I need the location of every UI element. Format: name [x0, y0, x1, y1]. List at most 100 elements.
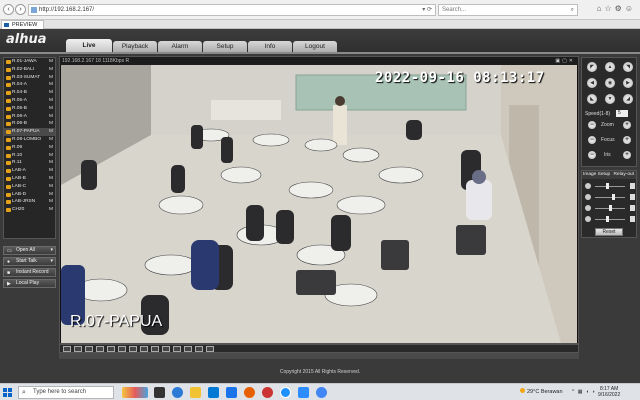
layout-25-icon[interactable]: [107, 346, 115, 352]
local-play-button[interactable]: ▶ Local Play: [3, 279, 56, 288]
start-button[interactable]: [3, 388, 13, 398]
taskbar-search-input[interactable]: ⌕ Type here to search: [18, 386, 114, 399]
close-all-icon[interactable]: [184, 346, 192, 352]
internet-explorer-icon[interactable]: [280, 387, 291, 398]
store-icon[interactable]: [208, 387, 219, 398]
iris-open-button[interactable]: +: [623, 151, 631, 159]
main-stream-flag[interactable]: M: [49, 167, 53, 175]
channel-item[interactable]: R.07-PAPUA M: [4, 128, 55, 136]
mail-icon[interactable]: [226, 387, 237, 398]
contrast-slider[interactable]: [585, 194, 635, 201]
main-stream-flag[interactable]: M: [49, 66, 53, 74]
relay-out-tab[interactable]: Relay-out: [613, 171, 634, 179]
main-stream-flag[interactable]: M: [49, 183, 53, 191]
channel-item[interactable]: R.10 M: [4, 152, 55, 160]
ptz-right-button[interactable]: ▶: [623, 78, 633, 88]
browser-tab[interactable]: PREVIEW: [1, 20, 45, 29]
ptz-left-button[interactable]: ◀: [587, 78, 597, 88]
ptz-up-left-button[interactable]: ◤: [587, 62, 597, 72]
main-stream-flag[interactable]: M: [49, 97, 53, 105]
main-stream-flag[interactable]: M: [49, 198, 53, 206]
layout-36-icon[interactable]: [118, 346, 126, 352]
realtime-icon[interactable]: [206, 346, 214, 352]
channel-item[interactable]: R.02-BALI M: [4, 66, 55, 74]
channel-item[interactable]: CH20 M: [4, 206, 55, 214]
browser-toolbar-icons[interactable]: ⌂☆⚙☺: [597, 4, 636, 13]
channel-item[interactable]: LAB-D M: [4, 191, 55, 199]
main-stream-flag[interactable]: M: [49, 105, 53, 113]
zoom-out-button[interactable]: −: [588, 121, 596, 129]
main-stream-flag[interactable]: M: [49, 89, 53, 97]
brightness-slider[interactable]: [585, 183, 635, 190]
address-bar[interactable]: http://192.168.2.167/ ▾ ⟳: [28, 4, 436, 16]
channel-item[interactable]: R.09 M: [4, 144, 55, 152]
main-stream-flag[interactable]: M: [49, 175, 53, 183]
main-stream-flag[interactable]: M: [49, 128, 53, 136]
channel-item[interactable]: R.03-SUMAT M: [4, 74, 55, 82]
camera-feed[interactable]: 2022-09-16 08:13:17 R.07-PAPUA: [61, 65, 577, 343]
iris-close-button[interactable]: −: [588, 151, 596, 159]
zoom-in-button[interactable]: +: [623, 121, 631, 129]
speed-select[interactable]: 5: [616, 110, 628, 117]
browser-search-input[interactable]: Search... ⌕: [438, 4, 578, 16]
start-talk-button[interactable]: ● Start Talk ▾: [3, 257, 56, 266]
layout-16-icon[interactable]: [96, 346, 104, 352]
weather-widget[interactable]: 29°C Berawan: [520, 387, 563, 398]
instant-record-button[interactable]: ■ Instant Record: [3, 268, 56, 277]
channel-item[interactable]: LAB-C M: [4, 183, 55, 191]
task-view-icon[interactable]: [154, 387, 165, 398]
channel-item[interactable]: R.04-B M: [4, 89, 55, 97]
opera-icon[interactable]: [262, 387, 273, 398]
reset-button[interactable]: Reset: [595, 228, 623, 236]
forward-button[interactable]: ›: [15, 4, 26, 15]
zoom-app-icon[interactable]: [298, 387, 309, 398]
focus-near-button[interactable]: −: [588, 136, 596, 144]
layout-1-icon[interactable]: [63, 346, 71, 352]
saturation-slider[interactable]: [585, 205, 635, 212]
ptz-down-button[interactable]: ▼: [605, 94, 615, 104]
chevron-down-icon[interactable]: ▾: [50, 258, 53, 265]
channel-item[interactable]: R.05-A M: [4, 97, 55, 105]
channel-item[interactable]: LAB-B M: [4, 175, 55, 183]
main-stream-flag[interactable]: M: [49, 144, 53, 152]
image-setup-tab[interactable]: Image Setup: [583, 172, 610, 177]
record-icon[interactable]: [151, 346, 159, 352]
chevron-down-icon[interactable]: ▾: [50, 247, 53, 254]
ptz-down-left-button[interactable]: ◣: [587, 94, 597, 104]
channel-item[interactable]: R.06-B M: [4, 120, 55, 128]
main-stream-flag[interactable]: M: [49, 159, 53, 167]
hue-slider[interactable]: [585, 216, 635, 223]
audio-icon[interactable]: [162, 346, 170, 352]
main-stream-flag[interactable]: M: [49, 113, 53, 121]
channel-item[interactable]: LAB-JRSN M: [4, 198, 55, 206]
main-stream-flag[interactable]: M: [49, 74, 53, 82]
edge-icon[interactable]: [172, 387, 183, 398]
channel-item[interactable]: R.06-A M: [4, 113, 55, 121]
refresh-icon[interactable]: ▾ ⟳: [422, 5, 432, 15]
main-stream-flag[interactable]: M: [49, 120, 53, 128]
system-tray-icons[interactable]: ^ ▦ ◖ ◗: [572, 389, 596, 395]
channel-item[interactable]: R.08-LOMBO M: [4, 136, 55, 144]
fluency-icon[interactable]: [195, 346, 203, 352]
main-stream-flag[interactable]: M: [49, 136, 53, 144]
focus-far-button[interactable]: +: [623, 136, 631, 144]
main-stream-flag[interactable]: M: [49, 81, 53, 89]
ptz-center-button[interactable]: ◉: [605, 78, 615, 88]
zoom-icon[interactable]: [173, 346, 181, 352]
ptz-down-right-button[interactable]: ◢: [623, 94, 633, 104]
ptz-up-right-button[interactable]: ◥: [623, 62, 633, 72]
layout-9-icon[interactable]: [85, 346, 93, 352]
channel-item[interactable]: R.04-A M: [4, 81, 55, 89]
widgets-icon[interactable]: [122, 387, 148, 398]
main-stream-flag[interactable]: M: [49, 191, 53, 199]
channel-item[interactable]: R.05-B M: [4, 105, 55, 113]
firefox-icon[interactable]: [244, 387, 255, 398]
back-button[interactable]: ‹: [3, 4, 14, 15]
layout-4-icon[interactable]: [74, 346, 82, 352]
main-stream-flag[interactable]: M: [49, 206, 53, 214]
main-stream-flag[interactable]: M: [49, 152, 53, 160]
fullscreen-icon[interactable]: [129, 346, 137, 352]
taskbar-clock[interactable]: 8:17 AM 9/16/2022: [598, 386, 620, 398]
main-stream-flag[interactable]: M: [49, 58, 53, 66]
chrome-icon[interactable]: [316, 387, 327, 398]
